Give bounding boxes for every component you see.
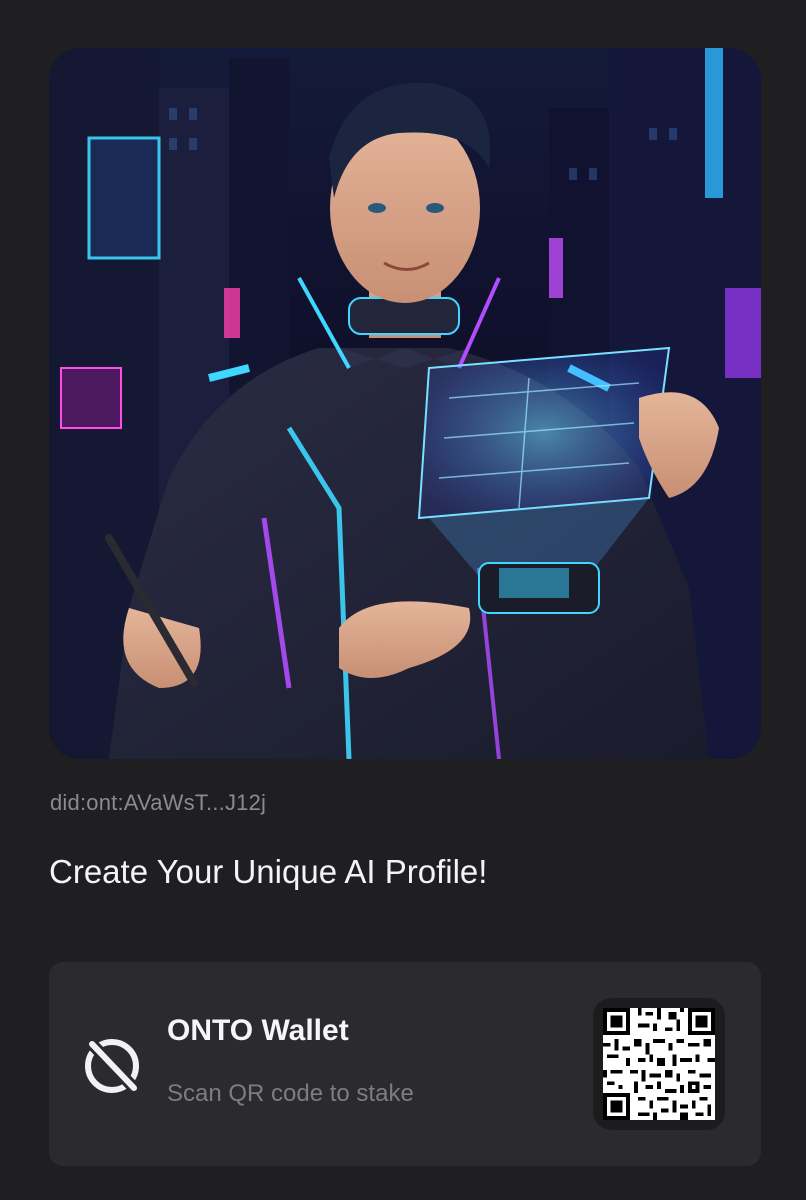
did-identifier: did:ont:AVaWsT...J12j (50, 790, 267, 815)
qr-code-icon (603, 1008, 715, 1120)
onto-logo-icon (85, 1037, 141, 1095)
onto-wallet-card[interactable]: ONTO Wallet Scan QR code to stake (49, 962, 761, 1166)
qr-code-container[interactable] (593, 998, 725, 1130)
profile-card: did:ont:AVaWsT...J12j Create Your Unique… (0, 0, 806, 1200)
profile-headline: Create Your Unique AI Profile! (49, 853, 488, 890)
ai-avatar-image (49, 48, 761, 759)
wallet-instruction: Scan QR code to stake (167, 1080, 414, 1107)
wallet-name: ONTO Wallet (167, 1014, 349, 1047)
